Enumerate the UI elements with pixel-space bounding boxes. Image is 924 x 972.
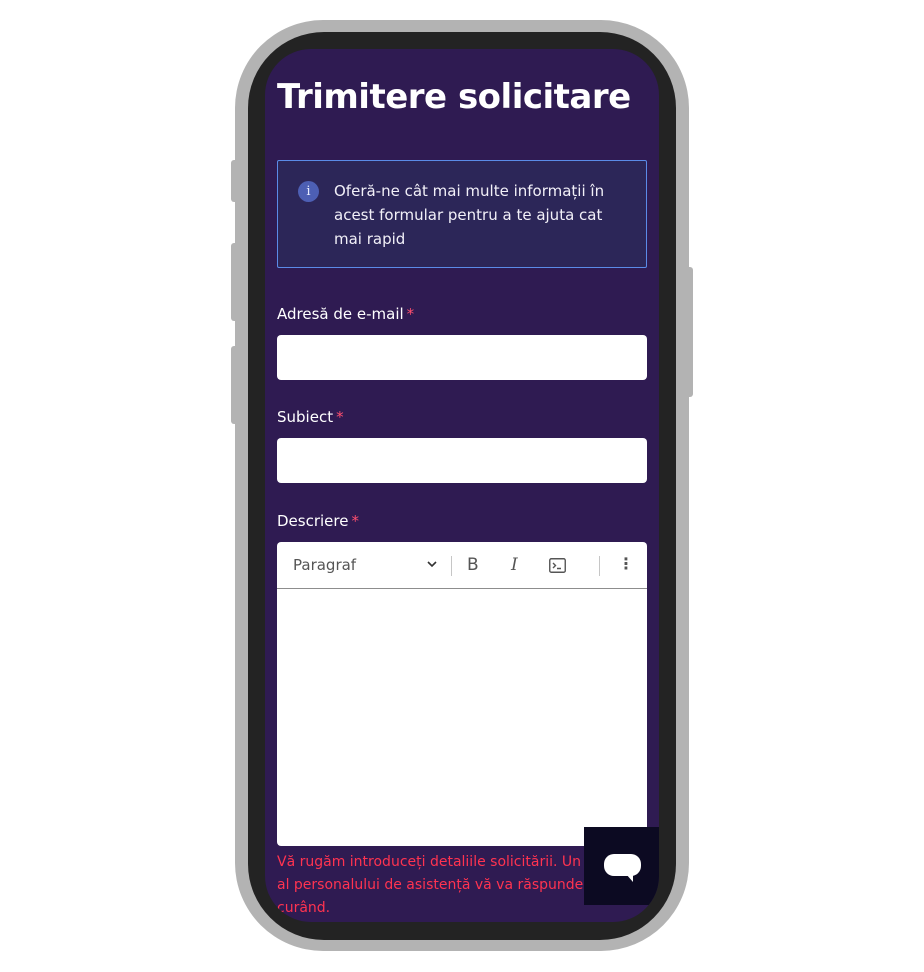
code-block-icon <box>549 558 566 573</box>
code-block-button[interactable] <box>549 558 566 578</box>
chat-button[interactable] <box>584 827 659 905</box>
editor-toolbar: Paragraf B I ⋮ <box>277 542 647 589</box>
email-field[interactable] <box>277 335 647 380</box>
page-title: Trimitere solicitare <box>277 77 631 117</box>
required-marker: * <box>351 512 359 530</box>
required-marker: * <box>336 408 344 426</box>
toolbar-divider <box>599 556 600 576</box>
description-label: Descriere * <box>277 512 359 530</box>
subject-field[interactable] <box>277 438 647 483</box>
subject-label-text: Subiect <box>277 408 334 426</box>
email-label: Adresă de e-mail * <box>277 305 414 323</box>
toolbar-divider <box>451 556 452 576</box>
description-textarea[interactable] <box>277 590 647 846</box>
info-icon: i <box>298 181 319 202</box>
subject-label: Subiect * <box>277 408 344 426</box>
italic-button[interactable]: I <box>511 555 518 575</box>
email-label-text: Adresă de e-mail <box>277 305 404 323</box>
description-label-text: Descriere <box>277 512 349 530</box>
info-notice: i Oferă-ne cât mai multe informații în a… <box>277 160 647 268</box>
chat-bubble-tail <box>626 874 633 882</box>
chat-bubble-icon <box>604 854 641 876</box>
description-editor: Paragraf B I ⋮ <box>277 542 647 846</box>
more-options-button[interactable]: ⋮ <box>618 554 634 573</box>
paragraph-format-label: Paragraf <box>293 556 357 574</box>
bold-button[interactable]: B <box>467 555 479 575</box>
chevron-down-icon <box>427 557 437 571</box>
required-marker: * <box>406 305 415 323</box>
info-text: Oferă-ne cât mai multe informații în ace… <box>334 182 605 248</box>
phone-screen: Trimitere solicitare i Oferă-ne cât mai … <box>265 49 659 922</box>
